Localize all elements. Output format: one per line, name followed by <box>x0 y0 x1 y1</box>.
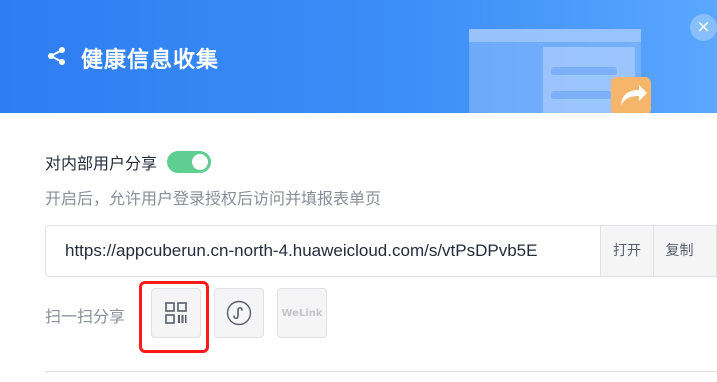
internal-share-label: 对内部用户分享 <box>45 154 158 173</box>
scan-share-label: 扫一扫分享 <box>45 307 126 326</box>
internal-share-hint: 开启后，允许用户登录授权后访问并填报表单页 <box>45 189 382 208</box>
dialog-title: 健康信息收集 <box>81 48 220 73</box>
share-illustration-icon <box>469 29 651 113</box>
qr-highlight-box <box>139 281 209 353</box>
welink-button[interactable]: WeLink <box>277 288 327 338</box>
toggle-knob <box>192 154 209 170</box>
share-link-field: https://appcuberun.cn-north-4.huaweiclou… <box>45 225 717 277</box>
mini-program-icon <box>226 300 252 326</box>
close-button[interactable]: × <box>690 14 717 41</box>
open-link-button[interactable]: 打开 <box>600 226 653 276</box>
close-icon: × <box>696 17 711 37</box>
internal-share-toggle[interactable] <box>167 151 212 173</box>
mini-program-button[interactable] <box>214 288 264 338</box>
internal-share-row: 对内部用户分享 <box>45 148 212 176</box>
welink-icon: WeLink <box>281 307 323 319</box>
dialog-header: 健康信息收集 × <box>0 0 717 113</box>
divider <box>45 371 717 372</box>
copy-link-button[interactable]: 复制 <box>653 226 716 276</box>
share-icon[interactable] <box>46 45 68 67</box>
share-link-url[interactable]: https://appcuberun.cn-north-4.huaweiclou… <box>46 226 600 276</box>
